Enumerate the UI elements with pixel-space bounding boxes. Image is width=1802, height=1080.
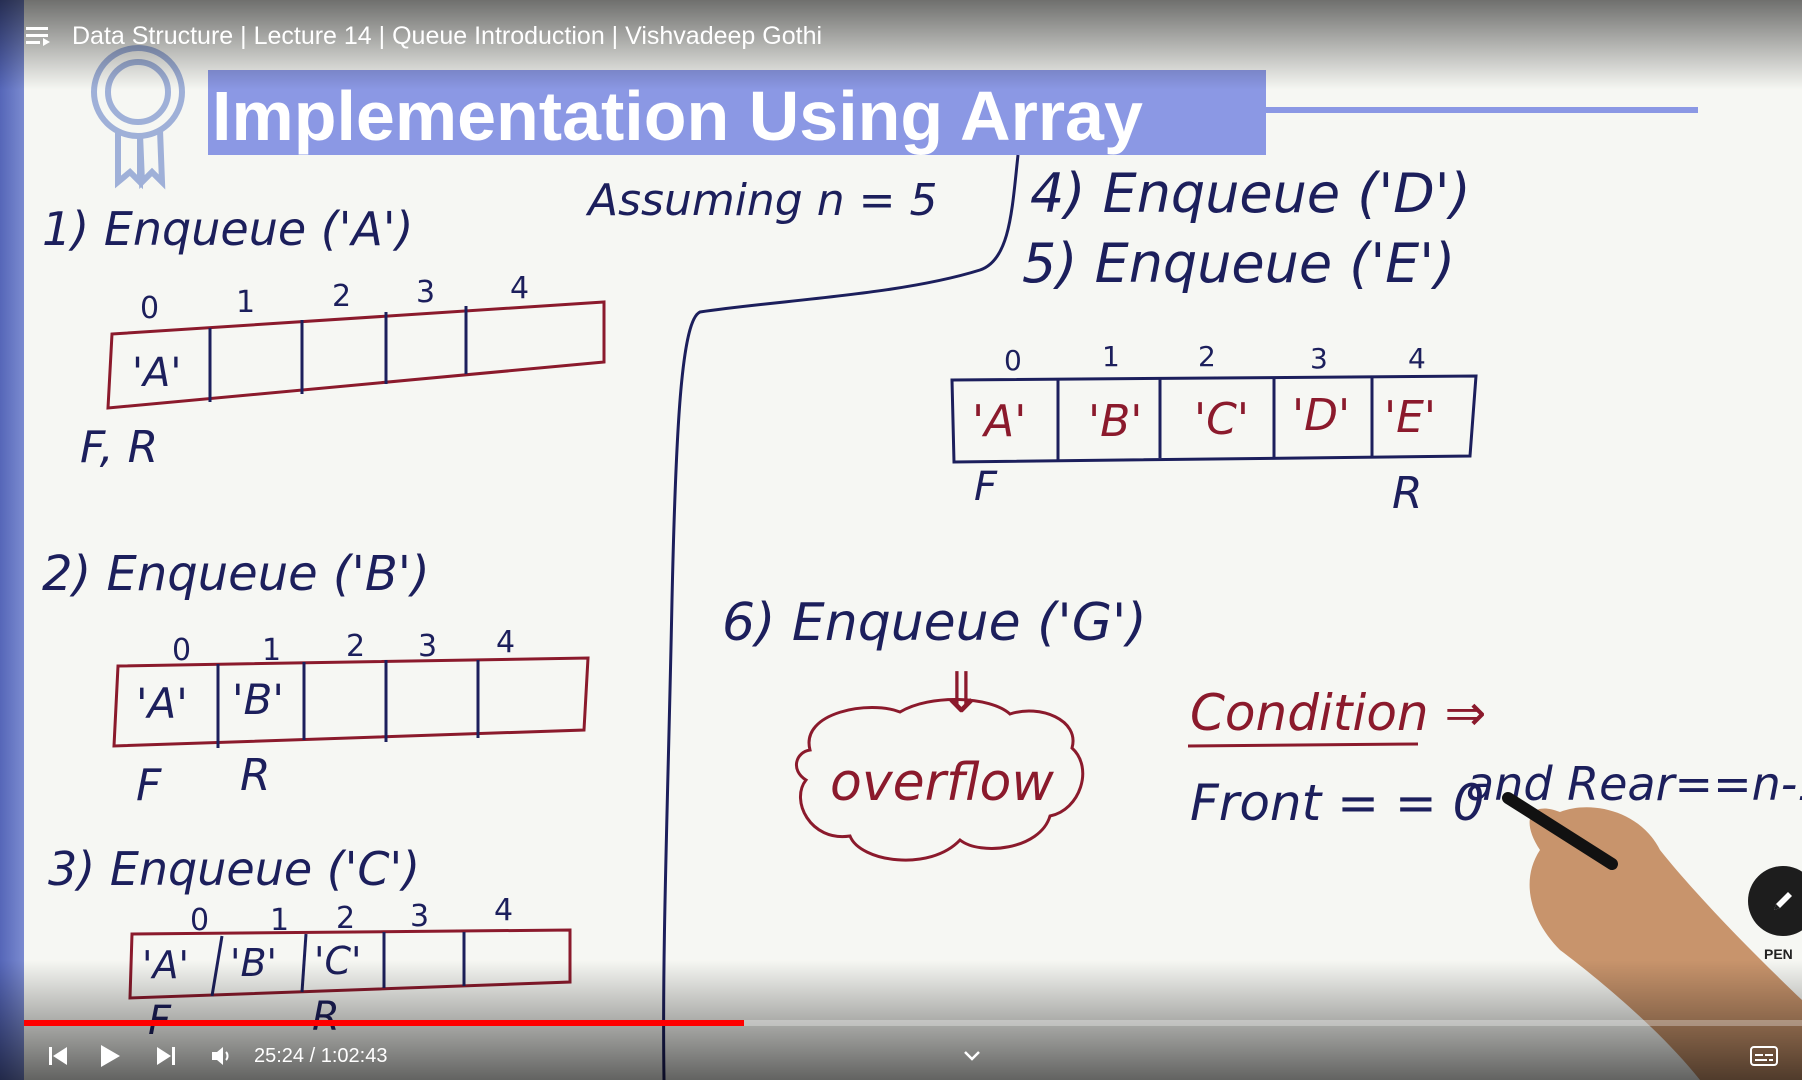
- step2-rear: R: [240, 750, 271, 801]
- overflow-text: overflow: [830, 753, 1054, 813]
- playlist-menu-icon[interactable]: [24, 21, 54, 51]
- step5-rear: R: [1392, 468, 1423, 519]
- svg-text:4: 4: [496, 625, 515, 660]
- skip-previous-icon: [49, 1047, 67, 1065]
- svg-text:3: 3: [416, 275, 435, 310]
- svg-text:'D': 'D': [1292, 390, 1350, 441]
- svg-text:3: 3: [410, 899, 429, 934]
- play-button[interactable]: [90, 1036, 130, 1076]
- step1-label: 1) Enqueue ('A'): [42, 202, 413, 256]
- condition-heading: Condition ⇒: [1190, 684, 1486, 742]
- svg-text:4: 4: [1408, 342, 1426, 375]
- progress-played: [24, 1020, 745, 1026]
- step6-label: 6) Enqueue ('G'): [722, 593, 1147, 653]
- next-button[interactable]: [146, 1036, 186, 1076]
- svg-text:'E': 'E': [1384, 392, 1436, 443]
- svg-text:4: 4: [494, 893, 513, 928]
- step6-arrow: ⇓: [938, 661, 985, 726]
- whiteboard-frame: Implementation Using Array Assuming n = …: [0, 0, 1802, 1080]
- step4-label: 4) Enqueue ('D'): [1030, 162, 1471, 225]
- title-bar: Data Structure | Lecture 14 | Queue Intr…: [24, 18, 822, 54]
- video-title[interactable]: Data Structure | Lecture 14 | Queue Intr…: [72, 22, 822, 51]
- skip-next-icon: [157, 1047, 175, 1065]
- svg-text:'A': 'A': [972, 396, 1026, 447]
- step5-front: F: [974, 464, 998, 510]
- player-controls: 25:24 / 1:02:43: [24, 1036, 1802, 1076]
- svg-text:1: 1: [1102, 340, 1120, 373]
- svg-text:0: 0: [140, 291, 159, 326]
- condition-underline: [1187, 742, 1419, 748]
- svg-text:2: 2: [1198, 340, 1216, 373]
- subtitles-icon: [1750, 1046, 1778, 1066]
- chapter-chevron-button[interactable]: [952, 1036, 992, 1076]
- svg-text:'B': 'B': [1088, 396, 1142, 447]
- step5-label: 5) Enqueue ('E'): [1022, 232, 1455, 295]
- previous-button[interactable]: [38, 1036, 78, 1076]
- svg-text:'C': 'C': [1194, 394, 1249, 445]
- step2-front: F: [136, 760, 162, 811]
- volume-button[interactable]: [202, 1036, 242, 1076]
- svg-text:0: 0: [1004, 344, 1022, 377]
- condition-front: Front = = 0: [1190, 774, 1484, 832]
- svg-text:2: 2: [332, 279, 351, 314]
- time-display: 25:24 / 1:02:43: [254, 1044, 388, 1067]
- svg-text:3: 3: [1310, 342, 1328, 375]
- chevron-down-icon: [964, 1051, 980, 1061]
- play-icon: [101, 1045, 120, 1067]
- step2-cell-1: 'B': [232, 675, 284, 724]
- svg-text:1: 1: [236, 285, 255, 320]
- svg-text:3: 3: [418, 629, 437, 664]
- left-accent-strip: [0, 0, 24, 1080]
- subtitles-button[interactable]: [1742, 1036, 1786, 1076]
- step1-cell-0: 'A': [132, 350, 181, 396]
- svg-text:0: 0: [172, 633, 191, 668]
- step2-cell-0: 'A': [136, 679, 188, 728]
- progress-bar[interactable]: [24, 1020, 1802, 1026]
- svg-text:2: 2: [346, 629, 365, 664]
- volume-icon: [212, 1047, 229, 1065]
- step2-label: 2) Enqueue ('B'): [42, 546, 430, 602]
- step1-pointers: F, R: [80, 422, 158, 473]
- svg-text:4: 4: [510, 271, 529, 306]
- step3-label: 3) Enqueue ('C'): [48, 842, 420, 896]
- assumption-text: Assuming n = 5: [585, 175, 937, 226]
- pen-icon: [1774, 892, 1792, 910]
- video-player[interactable]: Implementation Using Array Assuming n = …: [0, 0, 1802, 1080]
